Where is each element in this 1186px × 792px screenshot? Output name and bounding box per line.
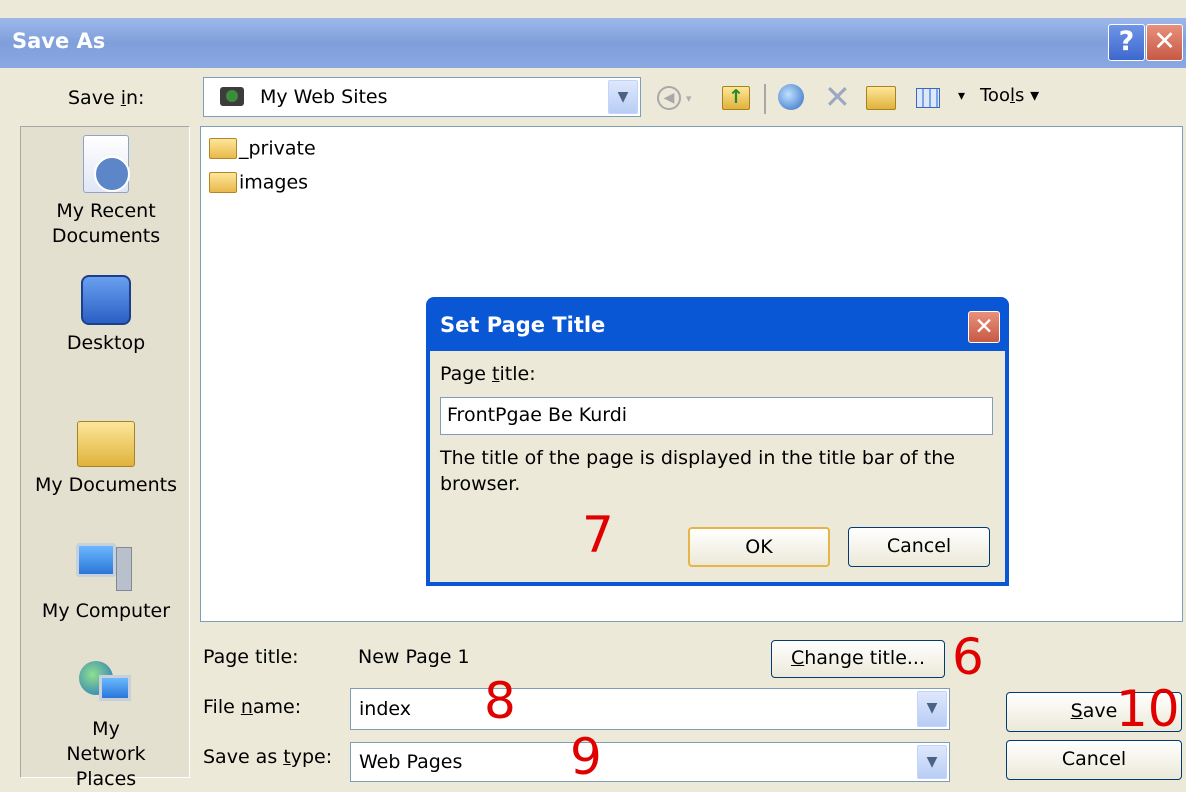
place-my-network-places[interactable]: My Network Places	[21, 661, 191, 792]
documents-folder-icon	[77, 421, 135, 467]
change-title-button[interactable]: Change title...	[771, 640, 945, 678]
tools-menu[interactable]: Tools ▾	[980, 85, 1039, 106]
place-label: My Computer	[41, 600, 171, 622]
title-bar[interactable]: Save As ? ✕	[0, 18, 1186, 68]
save-as-type-label: Save as type:	[203, 746, 333, 768]
dialog-body: Page title: FrontPgae Be Kurdi The title…	[430, 351, 1005, 582]
file-name-value: index	[359, 698, 411, 720]
new-folder-icon[interactable]	[866, 86, 896, 110]
save-in-label: Save in:	[68, 87, 145, 109]
dialog-title: Set Page Title	[440, 313, 606, 337]
recent-documents-icon	[83, 135, 130, 193]
help-button[interactable]: ?	[1108, 24, 1145, 61]
toolbar-separator	[764, 84, 766, 114]
list-item[interactable]: images	[209, 171, 308, 199]
folder-icon	[209, 172, 237, 193]
save-as-type-value: Web Pages	[359, 751, 463, 773]
desktop-icon	[81, 275, 131, 325]
page-title-value: New Page 1	[358, 646, 470, 668]
up-folder-icon[interactable]: ↑	[722, 86, 750, 110]
set-page-title-dialog: Set Page Title ✕ Page title: FrontPgae B…	[426, 297, 1009, 586]
file-name-field[interactable]: index ▼	[350, 688, 950, 730]
dialog-close-button[interactable]: ✕	[968, 311, 1000, 343]
delete-icon[interactable]: ✕	[824, 78, 851, 116]
place-my-documents[interactable]: My Documents	[21, 415, 191, 498]
place-my-recent-documents[interactable]: My Recent Documents	[21, 135, 191, 249]
back-dropdown-icon[interactable]: ▾	[686, 92, 692, 105]
annotation-8: 8	[484, 672, 516, 730]
place-label: My Documents	[34, 474, 177, 496]
folder-icon	[209, 138, 237, 159]
chevron-down-icon[interactable]: ▼	[917, 691, 947, 727]
web-folder-icon	[220, 87, 244, 106]
save-as-type-dropdown[interactable]: Web Pages ▼	[350, 742, 950, 782]
search-web-icon[interactable]	[778, 84, 804, 110]
page-title-input[interactable]: FrontPgae Be Kurdi	[440, 397, 993, 435]
file-name-label: File name:	[203, 696, 302, 718]
place-label: Desktop	[66, 332, 146, 354]
place-desktop[interactable]: Desktop	[21, 275, 191, 356]
place-label: My Recent Documents	[51, 200, 161, 247]
network-icon	[79, 661, 133, 711]
window-title: Save As	[12, 29, 106, 53]
list-item[interactable]: _private	[209, 137, 316, 165]
save-as-dialog: Save As ? ✕ Save in: My Web Sites ▼ ◀ ▾ …	[0, 0, 1186, 790]
cancel-button[interactable]: Cancel	[1006, 740, 1182, 780]
views-icon[interactable]	[916, 88, 940, 108]
page-title-label: Page title:	[203, 646, 299, 668]
chevron-down-icon[interactable]: ▼	[608, 80, 638, 114]
ok-button[interactable]: OK	[688, 527, 830, 567]
save-in-dropdown[interactable]: My Web Sites ▼	[203, 77, 641, 117]
annotation-10: 10	[1116, 680, 1180, 738]
place-label: My Network Places	[66, 718, 146, 790]
annotation-9: 9	[570, 728, 602, 786]
computer-icon	[76, 543, 136, 593]
places-bar: My Recent Documents Desktop My Documents…	[20, 126, 191, 790]
annotation-6: 6	[952, 628, 984, 686]
dialog-page-title-label: Page title:	[440, 363, 536, 385]
save-in-value: My Web Sites	[260, 86, 388, 108]
dialog-description: The title of the page is displayed in th…	[440, 447, 955, 495]
place-my-computer[interactable]: My Computer	[21, 543, 191, 624]
chevron-down-icon[interactable]: ▼	[917, 745, 947, 779]
dialog-cancel-button[interactable]: Cancel	[848, 527, 990, 567]
annotation-7: 7	[582, 506, 614, 564]
close-button[interactable]: ✕	[1146, 24, 1183, 61]
views-dropdown-icon[interactable]: ▾	[958, 88, 965, 104]
back-icon[interactable]: ◀	[657, 86, 681, 110]
